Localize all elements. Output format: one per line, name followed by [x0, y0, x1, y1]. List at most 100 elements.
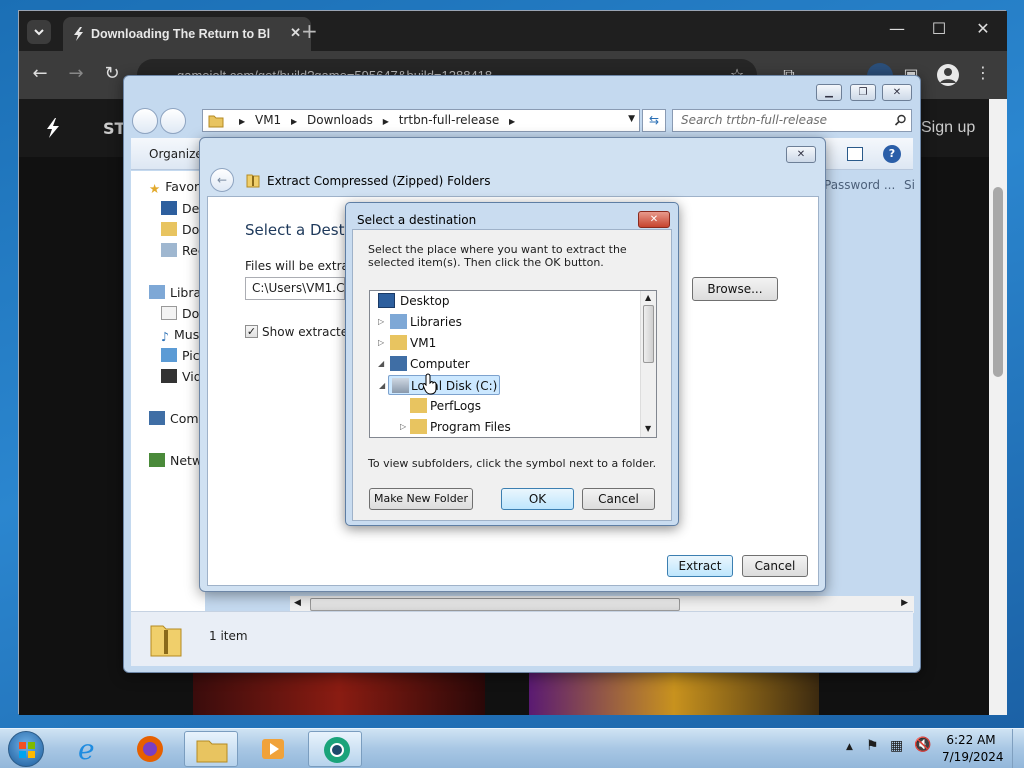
- scrollbar-thumb[interactable]: [993, 187, 1003, 377]
- breadcrumb-sep-icon: ▶: [509, 117, 516, 126]
- help-icon[interactable]: ?: [883, 145, 901, 163]
- new-tab-button[interactable]: +: [301, 19, 318, 43]
- game-thumbnail[interactable]: [529, 669, 819, 715]
- taskbar: e ▲ ⚑ ▦ 🔇 6:22 AM 7/19/2024: [0, 728, 1024, 768]
- computer-icon: [149, 411, 165, 425]
- column-header-password[interactable]: Password ...: [824, 178, 895, 192]
- tab-close-icon[interactable]: ✕: [290, 25, 301, 41]
- scrollbar-thumb[interactable]: [310, 598, 680, 611]
- music-icon: ♪: [161, 329, 169, 344]
- expand-icon[interactable]: ▷: [378, 333, 388, 353]
- show-extracted-label[interactable]: Show extracted files when complete: [262, 325, 346, 339]
- expand-icon[interactable]: ▷: [400, 417, 410, 437]
- breadcrumb-sep-icon: ▶: [239, 117, 246, 126]
- close-icon[interactable]: ✕: [971, 19, 995, 38]
- scroll-left-icon[interactable]: ◀: [294, 598, 301, 608]
- user-folder-icon: [390, 335, 407, 350]
- minimize-button[interactable]: ▁: [816, 84, 842, 101]
- browse-button[interactable]: Browse...: [692, 277, 778, 301]
- cancel-button[interactable]: Cancel: [582, 488, 655, 510]
- address-bar[interactable]: ▶ VM1 ▶ Downloads ▶ trtbn-full-release ▶…: [202, 109, 640, 132]
- drive-icon: [392, 378, 409, 393]
- search-icon[interactable]: [894, 114, 907, 127]
- show-desktop-button[interactable]: [1012, 729, 1024, 768]
- expand-icon[interactable]: ▷: [378, 312, 388, 332]
- breadcrumb-downloads[interactable]: Downloads: [307, 113, 373, 127]
- wizard-title: Extract Compressed (Zipped) Folders: [267, 174, 491, 188]
- taskbar-media-player[interactable]: [246, 731, 300, 767]
- back-icon[interactable]: ←: [29, 63, 51, 84]
- taskbar-firefox[interactable]: [122, 731, 176, 767]
- show-hidden-icons-icon[interactable]: ▲: [846, 742, 853, 752]
- extract-button[interactable]: Extract: [667, 555, 733, 577]
- volume-muted-icon[interactable]: 🔇: [914, 737, 931, 753]
- desktop-icon: [378, 293, 395, 308]
- breadcrumb-vm1[interactable]: VM1: [255, 113, 281, 127]
- game-thumbnail[interactable]: [193, 669, 485, 715]
- collapse-icon[interactable]: ◢: [379, 376, 389, 396]
- folder-tree[interactable]: Desktop ▷ Libraries ▷ VM1 ◢ Computer ◢ L…: [369, 290, 657, 438]
- forward-icon[interactable]: →: [65, 63, 87, 84]
- minimize-icon[interactable]: —: [885, 19, 909, 38]
- taskbar-chrome[interactable]: [308, 731, 362, 767]
- status-bar: 1 item: [131, 611, 913, 666]
- start-button[interactable]: [8, 731, 44, 767]
- search-input[interactable]: Search trtbn-full-release: [672, 109, 912, 132]
- wizard-heading: Select a Destination and Extract Files: [245, 221, 345, 239]
- gamejolt-logo-icon[interactable]: [43, 117, 63, 139]
- back-button[interactable]: [132, 108, 158, 134]
- hand-cursor-icon: [423, 373, 437, 395]
- breadcrumb-folder[interactable]: trtbn-full-release: [399, 113, 499, 127]
- make-new-folder-button[interactable]: Make New Folder: [369, 488, 473, 510]
- select-destination-dialog: Select a destination ✕ Select the place …: [345, 202, 679, 526]
- refresh-button[interactable]: ⇆: [642, 109, 666, 132]
- library-icon: [390, 314, 407, 329]
- scroll-up-icon[interactable]: ▲: [645, 293, 651, 302]
- zip-folder-icon: [150, 625, 182, 657]
- menu-icon[interactable]: ⋮: [975, 63, 991, 82]
- wizard-cancel-button[interactable]: Cancel: [742, 555, 808, 577]
- tree-node-local-disk[interactable]: ◢ Local Disk (C:): [379, 375, 500, 395]
- person-icon: [940, 68, 956, 83]
- taskbar-ie[interactable]: e: [62, 731, 116, 767]
- ok-button[interactable]: OK: [501, 488, 574, 510]
- scroll-right-icon[interactable]: ▶: [901, 598, 908, 608]
- browser-tab[interactable]: Downloading The Return to Bl ✕: [63, 17, 311, 51]
- wizard-close-button[interactable]: ✕: [786, 146, 816, 163]
- wizard-back-button[interactable]: ←: [210, 168, 234, 192]
- show-extracted-checkbox[interactable]: ✓: [245, 325, 258, 338]
- reload-icon[interactable]: ↻: [101, 63, 123, 84]
- tab-search-button[interactable]: [27, 20, 51, 44]
- close-button[interactable]: ✕: [882, 84, 912, 101]
- scrollbar-thumb[interactable]: [643, 305, 654, 363]
- desktop-edge: [0, 220, 18, 500]
- file-explorer-icon: [196, 740, 228, 763]
- page-scrollbar[interactable]: [989, 99, 1007, 715]
- clock-time[interactable]: 6:22 AM: [944, 733, 998, 747]
- forward-button[interactable]: [160, 108, 186, 134]
- destination-path-input[interactable]: C:\Users\VM1.COMPUTER\Downloads\trtbn-fu…: [245, 277, 345, 300]
- clock-date[interactable]: 7/19/2024: [942, 750, 1004, 764]
- organize-button[interactable]: Organize: [149, 147, 203, 161]
- dialog-instructions: Select the place where you want to extra…: [368, 243, 627, 269]
- scroll-down-icon[interactable]: ▼: [645, 424, 651, 433]
- network-icon[interactable]: ▦: [890, 738, 903, 754]
- taskbar-explorer[interactable]: [184, 731, 238, 767]
- tree-scrollbar[interactable]: ▲ ▼: [640, 291, 656, 437]
- firefox-icon: [137, 736, 163, 762]
- profile-avatar[interactable]: [937, 64, 959, 86]
- maximize-icon[interactable]: ☐: [927, 19, 951, 38]
- preview-pane-icon[interactable]: [847, 147, 863, 161]
- column-header-size[interactable]: Si: [904, 178, 915, 192]
- chrome-icon: [324, 737, 350, 763]
- sign-up-link[interactable]: Sign up: [921, 119, 975, 137]
- address-dropdown-icon[interactable]: ▼: [628, 114, 635, 124]
- collapse-icon[interactable]: ◢: [378, 354, 388, 374]
- tab-title: Downloading The Return to Bl: [91, 27, 271, 41]
- star-icon: ★: [149, 181, 161, 196]
- zip-folder-icon: [246, 174, 260, 188]
- restore-button[interactable]: ❐: [850, 84, 876, 101]
- dialog-close-button[interactable]: ✕: [638, 211, 670, 228]
- folder-icon: [208, 115, 224, 128]
- flag-icon[interactable]: ⚑: [866, 738, 879, 754]
